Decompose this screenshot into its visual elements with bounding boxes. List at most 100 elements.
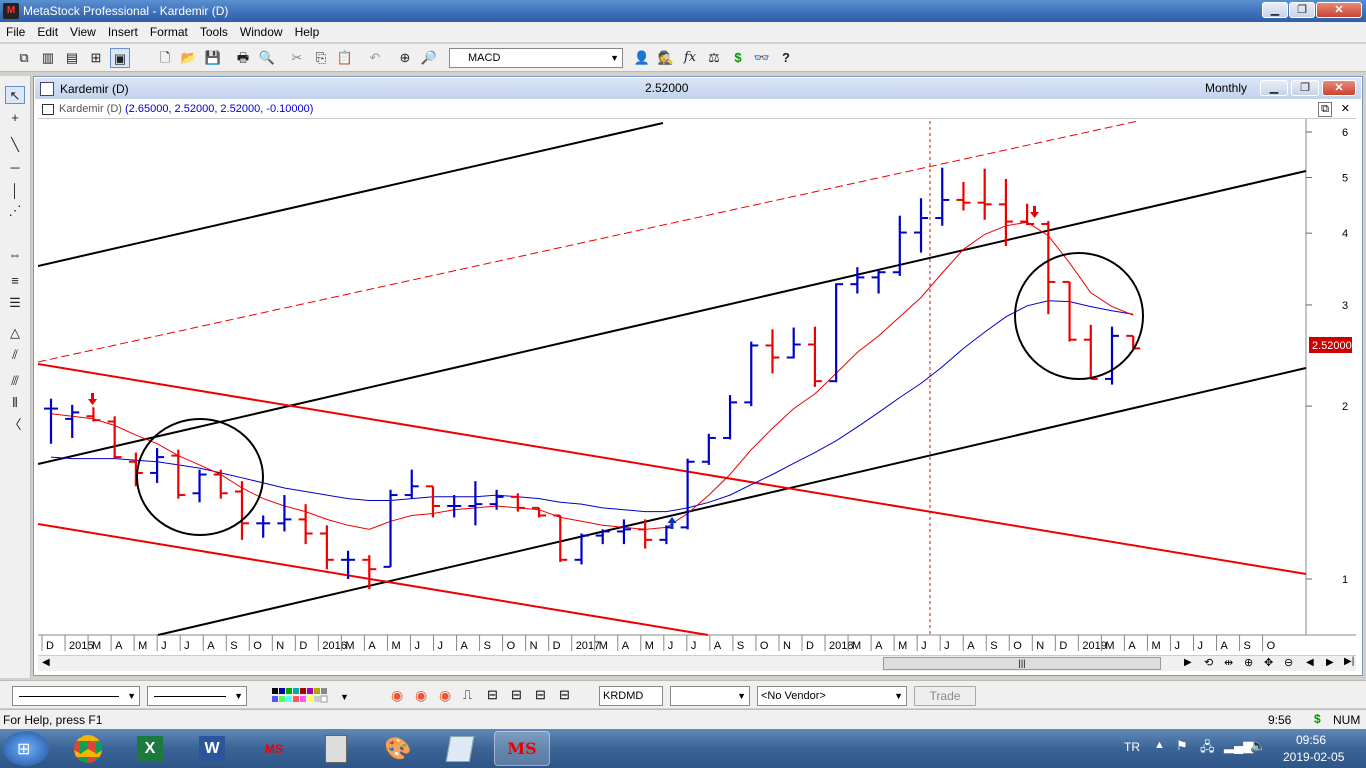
page-right-icon[interactable]: ▶ [1326,657,1334,668]
tile-horizontal-icon[interactable]: ▤ [62,48,82,68]
price-chart[interactable]: 123456 D 2015M A M J J A S O N D 2016M A M J J A S O N D 2017… [38,119,1356,660]
metastock-taskbar-icon[interactable]: MS [494,731,550,766]
open-folder-icon[interactable]: 📂 [179,48,199,68]
color-palette[interactable]: ▼ [270,687,356,705]
triangle-icon[interactable]: △ [5,324,25,342]
cascade-icon[interactable]: ⧉ [14,48,34,68]
dollar-icon[interactable]: $ [728,48,748,68]
vendor-select[interactable]: <No Vendor> ▼ [757,686,907,706]
scroll-thumb[interactable]: ||| [883,657,1161,670]
page-left-icon[interactable]: ◀ [1306,657,1314,668]
line-style-select[interactable]: ▼ [12,686,140,706]
text-lines-icon[interactable]: ≡ [5,272,25,290]
formula-icon[interactable]: fx [680,48,700,68]
cut-icon[interactable]: ✂ [287,48,307,68]
menu-format[interactable]: Format [144,25,194,39]
layout-icon[interactable]: ▣ [110,48,130,68]
arrows-icon[interactable]: ⇔ [5,246,25,264]
inner-restore-icon[interactable]: ⧉ [1318,102,1332,117]
arc-icon[interactable]: 〈 [5,416,25,434]
crosshair-tool-icon[interactable]: + [5,109,25,127]
x-tick-label: M [345,640,354,652]
clock-date[interactable]: 2019-02-05 [1283,750,1344,764]
network-icon[interactable]: 🖧 [1200,738,1215,760]
window-layout-icon-2[interactable]: ⊟ [511,687,522,703]
clock-time[interactable]: 09:56 [1296,733,1326,747]
gann-icon[interactable]: ⫽ [5,346,25,364]
chrome-style-icon-3[interactable]: ◉ [439,687,451,704]
volume-icon[interactable]: 🔈 [1250,738,1266,754]
chart-minimize-button[interactable]: ▁ [1260,80,1288,96]
signal-icon[interactable]: ▂▄▆ [1224,738,1253,754]
window-layout-icon[interactable]: ⊟ [487,687,498,703]
minimize-button[interactable]: ▁ [1262,2,1288,18]
menu-view[interactable]: View [64,25,102,39]
chart-restore-button[interactable]: ❐ [1291,80,1319,96]
chrome-taskbar-icon[interactable] [60,731,116,766]
paint-taskbar-icon[interactable]: 🎨 [370,731,426,766]
chrome-style-icon[interactable]: ◉ [391,687,403,704]
language-indicator[interactable]: TR [1124,740,1140,754]
help-pointer-icon[interactable]: ? [776,48,796,68]
calculator-taskbar-icon[interactable] [308,731,364,766]
crosshair-icon[interactable]: ⊕ [395,48,415,68]
scroll-right-icon[interactable]: ▶ [1184,657,1192,668]
menu-insert[interactable]: Insert [102,25,144,39]
tile-grid-icon[interactable]: ⊞ [86,48,106,68]
zoom-icon[interactable]: 🔎 [419,48,439,68]
metastock-internet-taskbar-icon[interactable]: MS [246,731,302,766]
notes-taskbar-icon[interactable] [432,731,488,766]
menu-tools[interactable]: Tools [194,25,234,39]
zoom-out-icon[interactable]: ⊖ [1284,656,1293,669]
horizontal-line-icon[interactable]: ─ [5,159,25,177]
window-layout-icon-3[interactable]: ⊟ [535,687,546,703]
trendline-icon[interactable]: ╲ [5,136,25,154]
start-button[interactable]: ⊞ [3,731,49,766]
tile-vertical-icon[interactable]: ▥ [38,48,58,68]
new-file-icon[interactable]: 🗋 [155,48,175,68]
menu-file[interactable]: File [0,25,31,39]
speed-lines-icon[interactable]: ⫻ [5,372,25,390]
menu-help[interactable]: Help [289,25,326,39]
expert-icon[interactable]: 👤 [632,48,652,68]
save-icon[interactable]: 💾 [203,48,223,68]
copy-icon[interactable]: ⎘ [311,48,331,68]
trade-button[interactable]: Trade [914,686,976,706]
chart-close-button[interactable]: ✕ [1322,80,1356,96]
indicator-select[interactable]: MACD ▼ [449,48,623,68]
word-taskbar-icon[interactable]: W [184,731,240,766]
action-center-icon[interactable]: ⚑ [1176,738,1188,754]
print-icon[interactable]: 🖶 [233,48,253,68]
line-weight-select[interactable]: ▼ [147,686,247,706]
system-tester-icon[interactable]: ⚖ [704,48,724,68]
cycle-lines-icon[interactable]: ⦀ [5,394,25,412]
page-end-icon[interactable]: ▶| [1344,656,1354,667]
fan-lines-icon[interactable]: ⋰ [5,202,25,220]
undo-icon[interactable]: ↶ [365,48,385,68]
refresh-icon[interactable]: ⟲ [1204,656,1213,669]
menu-edit[interactable]: Edit [31,25,64,39]
vertical-line-icon[interactable]: │ [5,182,25,200]
scroll-left-icon[interactable]: ◀ [42,657,50,668]
close-button[interactable]: ✕ [1316,2,1362,18]
inner-close-icon[interactable]: ✕ [1341,102,1350,115]
data-source-select[interactable]: ▼ [670,686,750,706]
symbol-field[interactable]: KRDMD [599,686,663,706]
horizontal-scrollbar[interactable]: ◀ ||| ▶ ⟲ ⇹ ⊕ ✥ ⊖ ◀ ▶ ▶| [38,655,1356,671]
expand-horizontal-icon[interactable]: ⇹ [1224,656,1233,669]
window-layout-icon-4[interactable]: ⊟ [559,687,570,703]
show-hidden-icons-icon[interactable]: ▲ [1154,739,1165,751]
insert-object-icon[interactable]: ⎍ [463,687,472,703]
paste-icon[interactable]: 📋 [335,48,355,68]
fibonacci-icon[interactable]: ☰ [5,294,25,312]
pointer-icon[interactable]: ↖ [5,86,25,104]
binoculars-icon[interactable]: 👓 [752,48,772,68]
menu-window[interactable]: Window [234,25,289,39]
zoom-in-icon[interactable]: ⊕ [1244,656,1253,669]
move-icon[interactable]: ✥ [1264,656,1273,669]
explorer-icon[interactable]: 🕵 [656,48,676,68]
chrome-style-icon-2[interactable]: ◉ [415,687,427,704]
print-preview-icon[interactable]: 🔍 [257,48,277,68]
restore-button[interactable]: ❐ [1289,2,1315,18]
excel-taskbar-icon[interactable]: X [122,731,178,766]
